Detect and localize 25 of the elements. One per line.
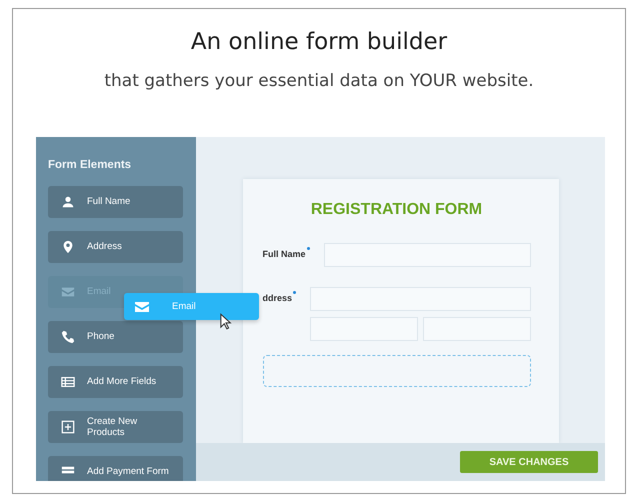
sidebar-title: Form Elements	[48, 159, 132, 171]
sidebar-item[interactable]: Address	[48, 231, 183, 263]
field-label: Full Name	[262, 248, 306, 259]
drop-zone[interactable]	[262, 355, 530, 387]
cursor-icon	[220, 313, 232, 331]
sidebar-item[interactable]: Add Payment Form	[48, 456, 183, 481]
subheadline: that gathers your essential data on YOUR website.	[104, 71, 534, 91]
headline: An online form builder	[190, 29, 448, 55]
sidebar-item[interactable]: Add More Fields	[48, 366, 183, 398]
mail-icon	[61, 285, 75, 299]
form-title: REGISTRATION FORM	[310, 201, 484, 219]
save-button[interactable]: SAVE CHANGES	[460, 451, 598, 473]
phone-icon	[61, 330, 75, 344]
sidebar-item[interactable]: Create New Products	[48, 411, 183, 443]
input-field[interactable]	[324, 243, 530, 267]
table-icon	[61, 375, 75, 389]
input-field[interactable]	[310, 287, 530, 311]
plus-icon	[61, 420, 75, 434]
pin-icon	[61, 240, 75, 254]
input-field[interactable]	[310, 317, 418, 341]
sidebar-item[interactable]: Full Name	[48, 186, 183, 218]
field-label: ddress	[262, 292, 292, 303]
input-field[interactable]	[422, 317, 531, 341]
person-icon	[61, 195, 75, 209]
sidebar-item[interactable]: Phone	[48, 321, 183, 353]
